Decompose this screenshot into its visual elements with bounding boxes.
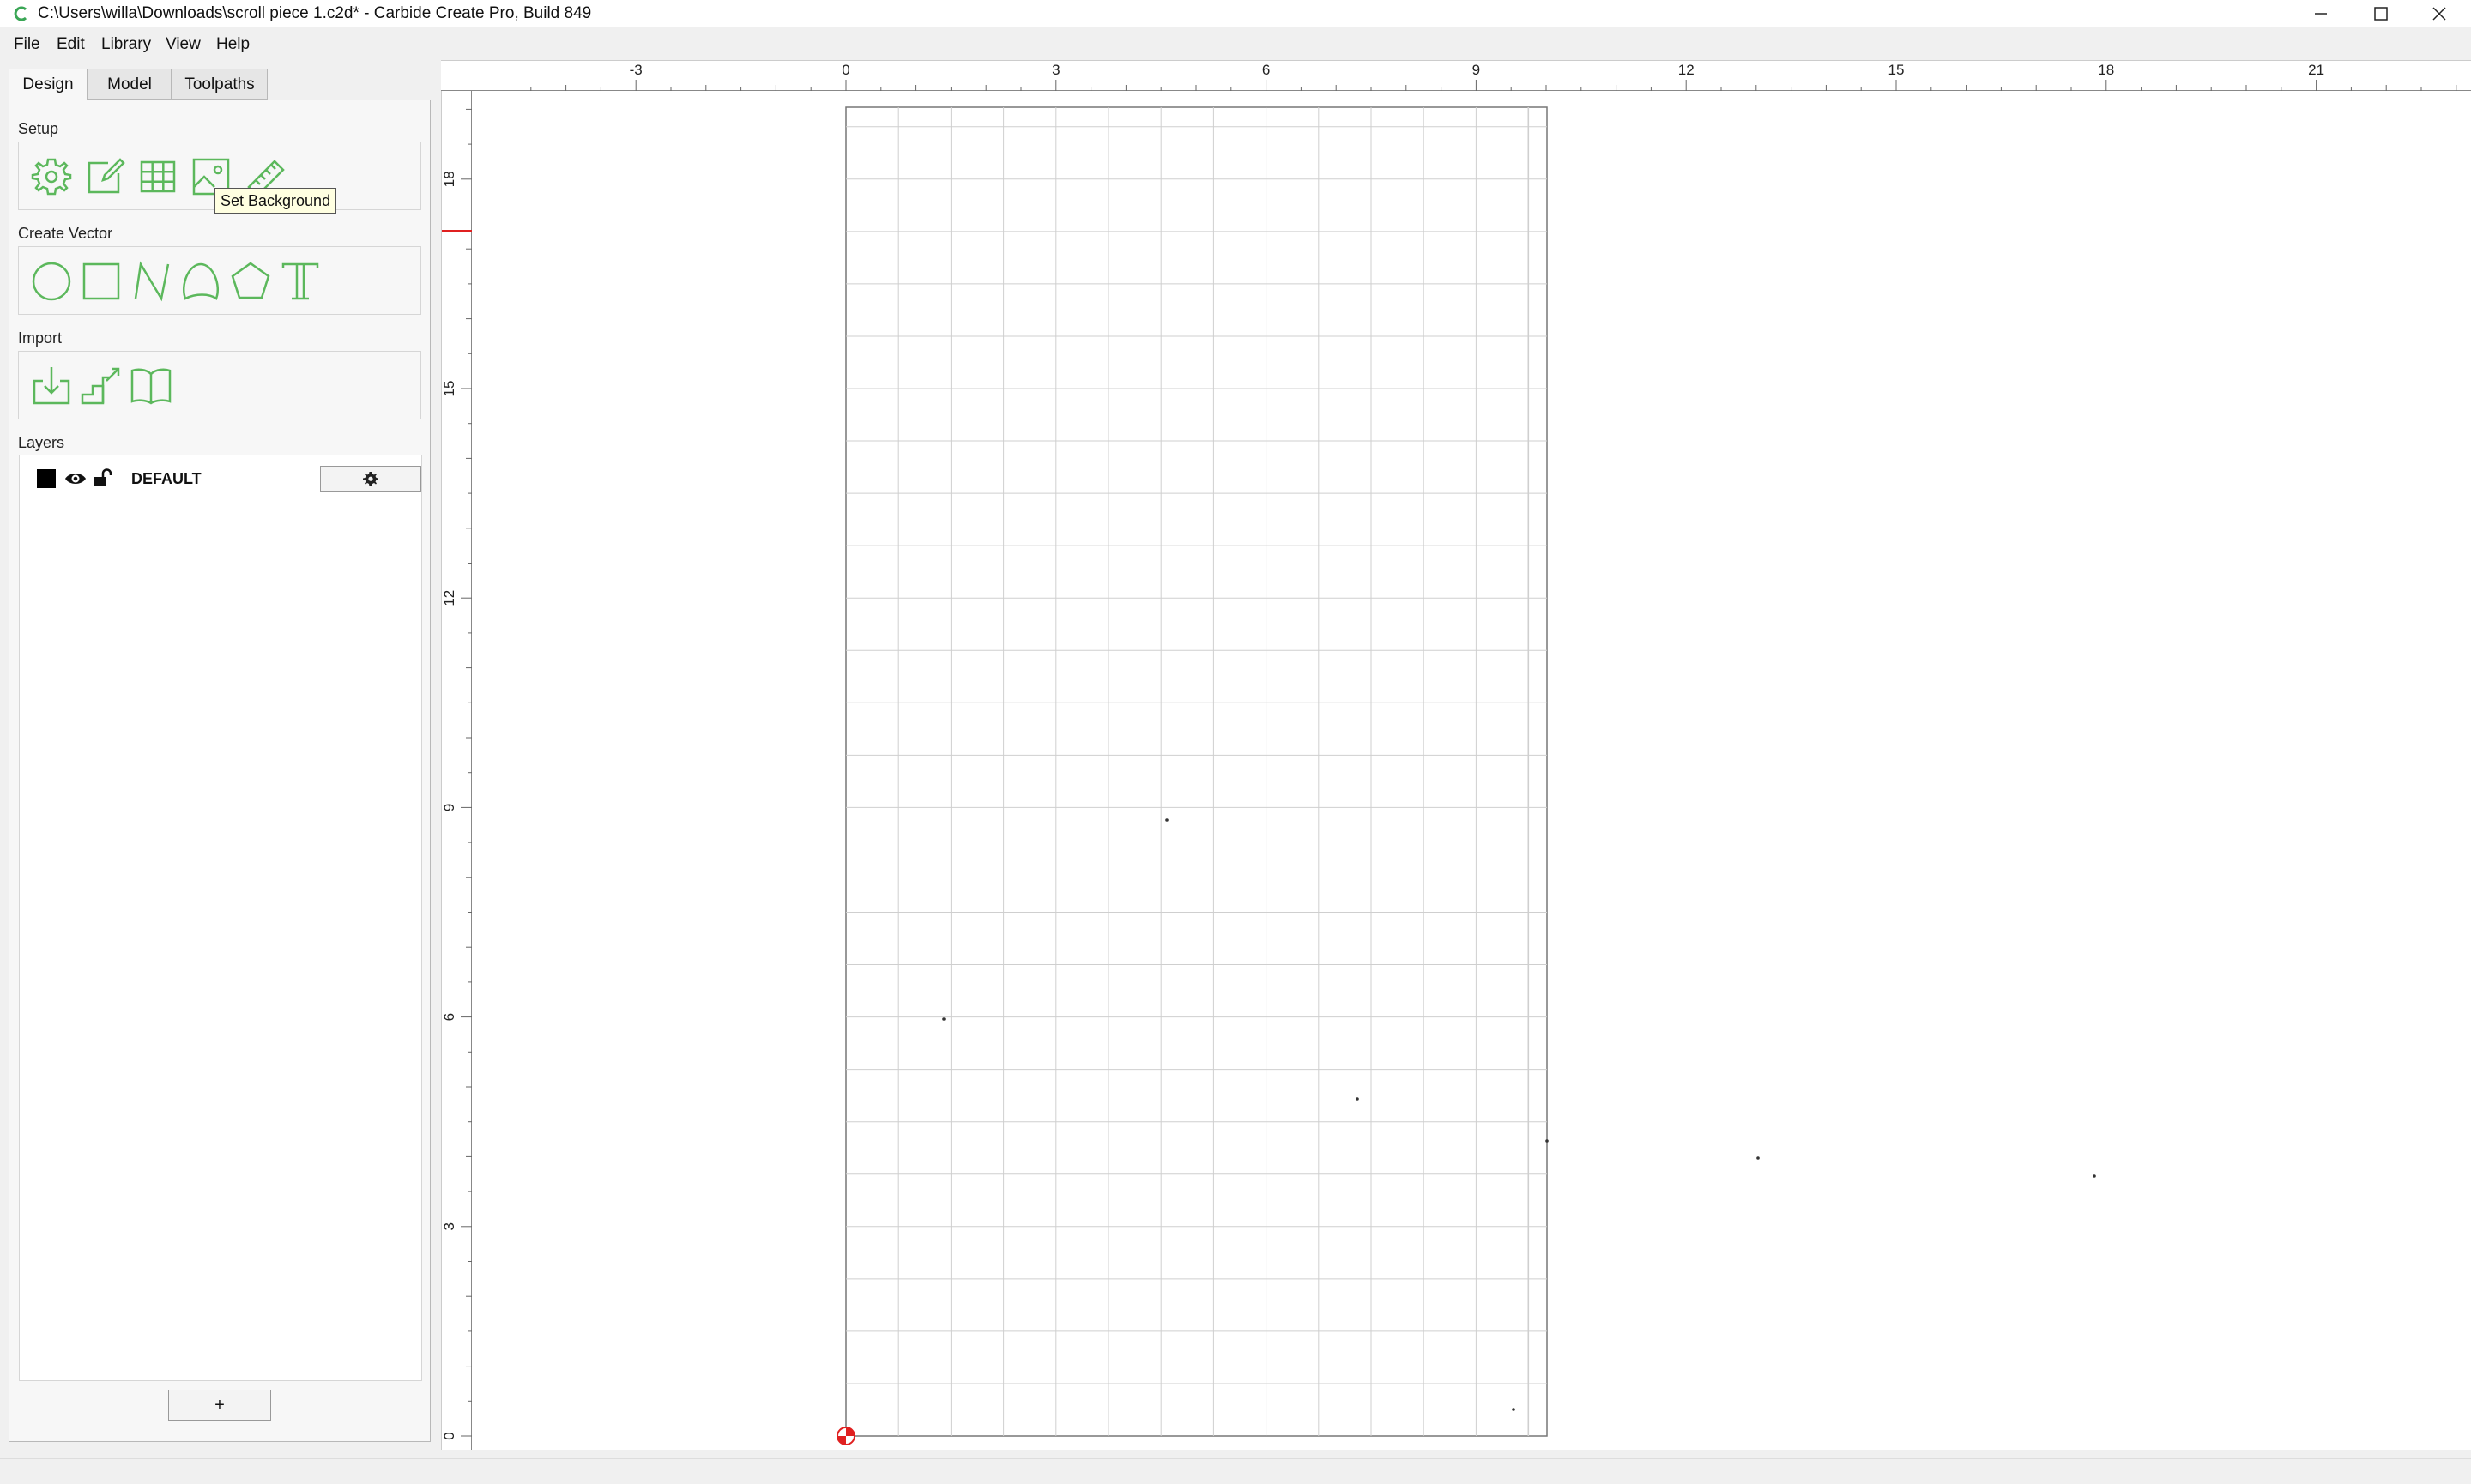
ruler-top-label: 6 — [1262, 62, 1270, 78]
minimize-button[interactable] — [2291, 0, 2351, 27]
canvas-speck — [1545, 1139, 1549, 1143]
canvas-speck — [2093, 1174, 2096, 1178]
tab-design[interactable]: Design — [9, 69, 88, 101]
layer-color-swatch[interactable] — [37, 469, 56, 488]
design-canvas[interactable] — [472, 91, 2471, 1450]
gear-icon[interactable] — [29, 154, 74, 199]
text-icon[interactable] — [278, 259, 323, 304]
section-setup-label: Setup — [18, 120, 59, 137]
grid-icon[interactable] — [136, 154, 180, 199]
status-bar — [0, 1458, 2471, 1484]
ruler-left-label: 9 — [442, 804, 457, 811]
book-icon[interactable] — [129, 364, 173, 408]
import-toolbox — [18, 351, 421, 419]
canvas-speck — [1512, 1408, 1515, 1411]
vertical-ruler: 18 15 12 9 6 3 0 — [441, 91, 473, 1450]
ruler-top-label: 15 — [1888, 62, 1905, 78]
ruler-left-label: 0 — [442, 1432, 457, 1439]
set-background-tooltip: Set Background — [214, 188, 337, 214]
layer-name: DEFAULT — [131, 470, 202, 487]
menu-help[interactable]: Help — [216, 34, 250, 55]
ruler-top-label: 21 — [2308, 62, 2324, 78]
canvas-speck — [1165, 818, 1169, 822]
ruler-left-label: 6 — [442, 1013, 457, 1021]
section-import-label: Import — [18, 329, 63, 347]
menu-library[interactable]: Library — [101, 34, 151, 55]
close-button[interactable] — [2409, 0, 2469, 27]
ruler-left-label: 3 — [442, 1222, 457, 1230]
app-logo-icon — [14, 6, 27, 21]
ruler-left-label: 18 — [442, 171, 457, 187]
tab-toolpaths[interactable]: Toolpaths — [172, 69, 268, 100]
create-vector-toolbox — [18, 246, 421, 315]
origin-marker-icon — [837, 1427, 855, 1445]
ruler-left-label: 15 — [442, 381, 457, 397]
maximize-icon — [2374, 7, 2388, 21]
rectangle-icon[interactable] — [79, 259, 124, 304]
section-layers-label: Layers — [18, 434, 65, 451]
canvas-speck — [1356, 1097, 1359, 1101]
curve-icon[interactable] — [178, 259, 223, 304]
circle-icon[interactable] — [29, 259, 74, 304]
canvas-speck — [942, 1017, 946, 1021]
menu-view[interactable]: View — [166, 34, 201, 55]
add-layer-button[interactable]: + — [168, 1390, 271, 1421]
polyline-icon[interactable] — [129, 259, 173, 304]
close-icon — [2432, 7, 2446, 21]
menu-edit[interactable]: Edit — [57, 34, 85, 55]
import-stairs-icon[interactable] — [79, 364, 124, 408]
title-bar: C:\Users\willa\Downloads\scroll piece 1.… — [0, 0, 2471, 27]
ruler-top-label: 0 — [842, 62, 849, 78]
maximize-button[interactable] — [2351, 0, 2411, 27]
tab-model[interactable]: Model — [88, 69, 172, 100]
section-create-vector-label: Create Vector — [18, 225, 113, 242]
import-icon[interactable] — [29, 364, 74, 408]
layer-settings-button[interactable] — [320, 466, 421, 492]
gear-icon — [363, 472, 378, 486]
minimize-icon — [2315, 13, 2327, 15]
ruler-left-label: 12 — [442, 590, 457, 606]
edit-job-icon[interactable] — [82, 154, 127, 199]
ruler-top-label: 12 — [1678, 62, 1695, 78]
horizontal-ruler: -3 0 3 6 9 12 15 18 21 — [441, 60, 2471, 92]
eye-icon[interactable] — [64, 469, 87, 488]
menu-bar: File Edit Library View Help — [0, 29, 2471, 58]
ruler-top-label: -3 — [630, 62, 643, 78]
polygon-icon[interactable] — [228, 259, 273, 304]
layer-row[interactable]: DEFAULT — [35, 466, 421, 492]
layers-list: DEFAULT — [19, 455, 422, 1381]
canvas-speck — [1756, 1156, 1760, 1160]
unlock-icon[interactable] — [92, 468, 112, 488]
ruler-top-label: 3 — [1052, 62, 1060, 78]
ruler-top-label: 18 — [2098, 62, 2114, 78]
ruler-top-label: 9 — [1472, 62, 1480, 78]
menu-file[interactable]: File — [14, 34, 40, 55]
window-title: C:\Users\willa\Downloads\scroll piece 1.… — [38, 4, 592, 22]
